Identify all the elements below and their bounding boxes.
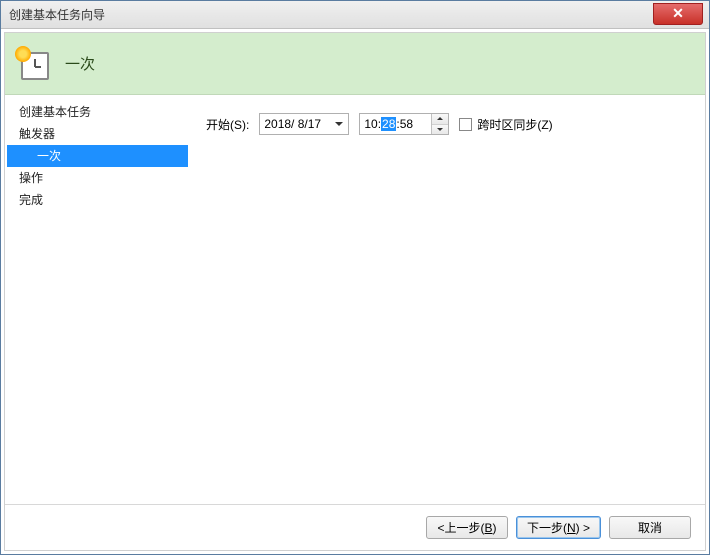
chevron-down-icon [437, 128, 443, 131]
sidebar-item-trigger[interactable]: 触发器 [7, 123, 188, 145]
sync-timezone-label: 跨时区同步(Z) [477, 116, 552, 133]
close-icon: ✕ [672, 5, 684, 22]
window-title: 创建基本任务向导 [9, 6, 105, 23]
wizard-footer: <上一步(B) 下一步(N) > 取消 [5, 504, 705, 550]
wizard-sidebar: 创建基本任务 触发器 一次 操作 完成 [5, 95, 188, 504]
sync-timezone-checkbox[interactable] [459, 118, 472, 131]
cancel-button[interactable]: 取消 [609, 516, 691, 539]
content-area: 一次 创建基本任务 触发器 一次 操作 完成 开始(S): 2018/ 8/17 [4, 32, 706, 551]
date-value: 2018/ 8/17 [264, 117, 321, 131]
time-spinner[interactable]: 10:28:58 [359, 113, 449, 135]
close-button[interactable]: ✕ [653, 3, 703, 25]
wizard-step-title: 一次 [65, 53, 95, 74]
start-label: 开始(S): [206, 113, 249, 133]
next-button[interactable]: 下一步(N) > [516, 516, 601, 539]
spinner-buttons [431, 114, 448, 134]
schedule-icon [17, 48, 49, 80]
chevron-down-icon [335, 122, 343, 126]
spin-up-button[interactable] [432, 114, 448, 125]
titlebar: 创建基本任务向导 ✕ [1, 1, 709, 29]
back-button[interactable]: <上一步(B) [426, 516, 508, 539]
wizard-window: 创建基本任务向导 ✕ 一次 创建基本任务 触发器 一次 操作 完成 [0, 0, 710, 555]
sync-timezone-option: 跨时区同步(Z) [459, 113, 552, 133]
time-value: 10:28:58 [364, 117, 413, 131]
main-panel: 开始(S): 2018/ 8/17 10:28:58 [188, 95, 705, 504]
sidebar-item-once[interactable]: 一次 [7, 145, 188, 167]
sidebar-item-action[interactable]: 操作 [7, 167, 188, 189]
wizard-body: 创建基本任务 触发器 一次 操作 完成 开始(S): 2018/ 8/17 1 [5, 95, 705, 504]
time-minute-selected: 28 [381, 117, 396, 131]
sidebar-item-create-task[interactable]: 创建基本任务 [7, 101, 188, 123]
sidebar-item-finish[interactable]: 完成 [7, 189, 188, 211]
date-picker[interactable]: 2018/ 8/17 [259, 113, 349, 135]
chevron-up-icon [437, 117, 443, 120]
date-dropdown-button[interactable] [332, 117, 346, 131]
wizard-header: 一次 [5, 33, 705, 95]
spin-down-button[interactable] [432, 125, 448, 135]
